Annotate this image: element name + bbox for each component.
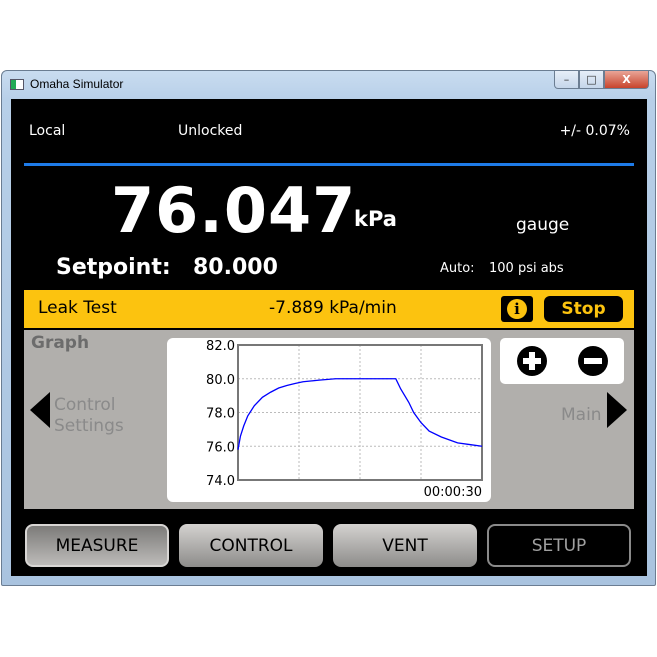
info-icon: i bbox=[507, 299, 527, 319]
app-icon bbox=[10, 79, 24, 90]
maximize-button[interactable]: □ bbox=[579, 71, 604, 89]
measure-button[interactable]: MEASURE bbox=[25, 524, 169, 567]
zoom-out-icon[interactable] bbox=[578, 346, 608, 376]
mode-status: Local bbox=[29, 123, 66, 139]
stop-button[interactable]: Stop bbox=[544, 296, 623, 322]
window-title: Omaha Simulator bbox=[30, 77, 124, 91]
leak-rate: -7.889 kPa/min bbox=[269, 298, 397, 318]
nav-label: Control bbox=[54, 395, 116, 415]
y-tick-label: 82.0 bbox=[206, 339, 235, 354]
vent-button[interactable]: VENT bbox=[333, 524, 477, 567]
app-window: Omaha Simulator – □ X Local Unlocked +/-… bbox=[1, 70, 656, 586]
instrument-screen: Local Unlocked +/- 0.07% 76.047 kPa gaug… bbox=[11, 99, 647, 576]
zoom-controls bbox=[500, 338, 624, 384]
pressure-reading: 76.047 bbox=[111, 174, 357, 247]
pressure-unit: kPa bbox=[354, 207, 397, 231]
divider bbox=[24, 163, 634, 166]
leak-test-bar: Leak Test -7.889 kPa/min i Stop bbox=[24, 290, 634, 328]
range-label: Auto: bbox=[440, 261, 475, 276]
accuracy-status: +/- 0.07% bbox=[559, 123, 630, 139]
main-nav[interactable]: Main bbox=[561, 405, 602, 426]
control-settings-nav[interactable]: Control Settings bbox=[54, 395, 124, 437]
left-arrow-icon[interactable] bbox=[30, 392, 50, 428]
y-tick-label: 78.0 bbox=[206, 407, 235, 422]
y-tick-label: 80.0 bbox=[206, 373, 235, 388]
close-button[interactable]: X bbox=[604, 71, 649, 89]
panel-title: Graph bbox=[31, 333, 90, 353]
zoom-in-icon[interactable] bbox=[517, 346, 547, 376]
setpoint-label: Setpoint: bbox=[56, 255, 171, 280]
setpoint-value[interactable]: 80.000 bbox=[193, 255, 278, 280]
elapsed-time-label: 00:00:30 bbox=[424, 485, 482, 500]
graph-panel: Graph Control Settings Main 82.0 80.0 78.0… bbox=[24, 330, 634, 509]
control-button[interactable]: CONTROL bbox=[179, 524, 323, 567]
leak-chart: 82.0 80.0 78.0 76.0 74.0 00:00:30 bbox=[206, 339, 483, 500]
setup-button[interactable]: SETUP bbox=[487, 524, 631, 567]
pressure-type: gauge bbox=[516, 215, 570, 235]
range-value[interactable]: 100 psi abs bbox=[489, 261, 564, 276]
y-tick-label: 74.0 bbox=[206, 474, 235, 489]
lock-status: Unlocked bbox=[178, 123, 243, 139]
y-tick-label: 76.0 bbox=[206, 440, 235, 455]
graph-box: 82.0 80.0 78.0 76.0 74.0 00:00:30 bbox=[167, 338, 491, 502]
title-bar[interactable]: Omaha Simulator – □ X bbox=[2, 71, 655, 99]
leak-test-label: Leak Test bbox=[38, 298, 117, 318]
nav-label: Settings bbox=[54, 416, 124, 436]
minimize-button[interactable]: – bbox=[554, 71, 579, 89]
right-arrow-icon[interactable] bbox=[607, 392, 627, 428]
info-button[interactable]: i bbox=[501, 296, 533, 322]
